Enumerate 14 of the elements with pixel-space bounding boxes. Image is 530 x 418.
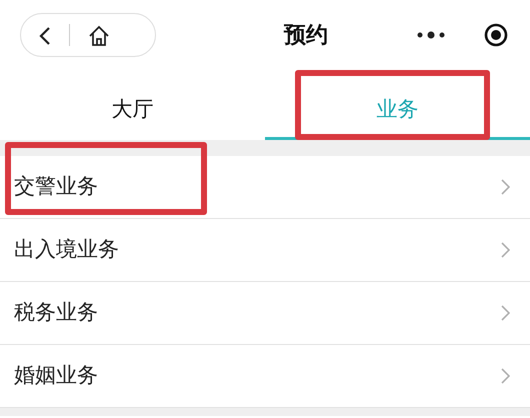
target-icon[interactable] [484, 23, 508, 47]
chevron-icon [501, 368, 510, 384]
page-title: 预约 [284, 22, 328, 50]
item-label: 出入境业务 [14, 236, 119, 264]
chevron-icon [501, 179, 510, 195]
item-label: 婚姻业务 [14, 362, 98, 390]
tab[interactable]: 大厅 [0, 70, 265, 140]
chevron-icon [501, 242, 510, 258]
chevron-icon [501, 305, 510, 321]
home-icon [88, 24, 110, 47]
back-icon [39, 26, 51, 46]
item-label: 交警业务 [14, 173, 98, 200]
more-icon[interactable] [416, 31, 446, 39]
item-label: 税务业务 [14, 299, 98, 326]
